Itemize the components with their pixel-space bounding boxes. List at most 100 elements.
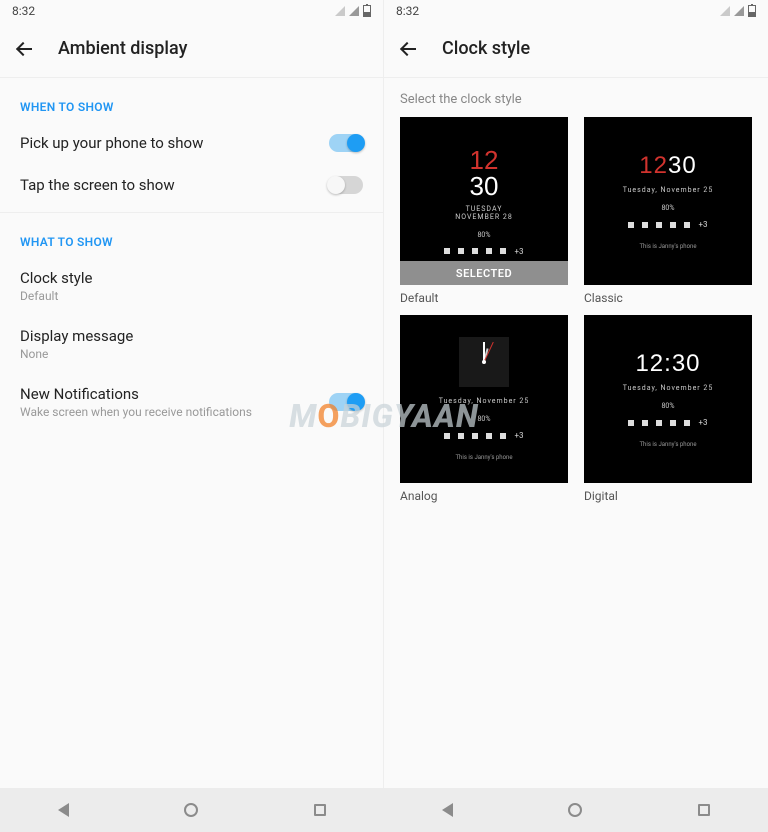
preview-more: +3 [698,418,707,427]
status-bar: 8:32 [0,0,383,22]
toggle-new-notifications[interactable] [329,393,363,411]
row-tap-to-show[interactable]: Tap the screen to show [0,164,383,206]
preview-date: NOVEMBER 28 [455,213,513,221]
signal-icon [335,6,345,16]
bell-icon [486,433,492,439]
phone-icon [444,433,450,439]
header-bar: Ambient display [0,22,383,78]
preview-digital: 12:30 Tuesday, November 25 80% +3 This i… [584,315,752,483]
facebook-icon [684,222,690,228]
toggle-tap[interactable] [329,176,363,194]
preview-date: Tuesday, November 25 [623,186,714,194]
chat-icon [656,222,662,228]
card-default[interactable]: 12 30 TUESDAY NOVEMBER 28 80% +3 [400,117,568,305]
phone-icon [628,222,634,228]
selected-badge: SELECTED [400,261,568,285]
card-classic[interactable]: 1230 Tuesday, November 25 80% +3 This is… [584,117,752,305]
preview-owner: This is Janny's phone [639,441,696,448]
mail-icon [642,420,648,426]
card-digital[interactable]: 12:30 Tuesday, November 25 80% +3 This i… [584,315,752,503]
preview-owner: This is Janny's phone [639,243,696,250]
row-value: Default [20,289,93,303]
bell-icon [670,222,676,228]
signal-icon [720,6,730,16]
chat-icon [656,420,662,426]
row-display-message[interactable]: Display message None [0,315,383,373]
preview-date: Tuesday, November 25 [623,384,714,392]
row-value: None [20,347,133,361]
status-bar: 8:32 [384,0,768,22]
card-label: Digital [584,489,752,503]
preview-battery: 80% [662,402,675,410]
row-label: Clock style [20,269,93,287]
battery-icon [748,5,756,17]
header-bar: Clock style [384,22,768,78]
row-clock-style[interactable]: Clock style Default [0,257,383,315]
clock-style-grid: 12 30 TUESDAY NOVEMBER 28 80% +3 [384,117,768,523]
screen-clock-style: 8:32 Clock style Select the clock style … [384,0,768,832]
system-nav-bar [0,788,768,832]
preview-battery: 80% [478,415,491,423]
back-arrow-icon[interactable] [400,40,418,58]
row-pickup-to-show[interactable]: Pick up your phone to show [0,122,383,164]
mail-icon [458,433,464,439]
status-icons [335,5,371,17]
chat-icon [472,248,478,254]
bell-icon [670,420,676,426]
signal-icon [349,6,359,16]
status-time: 8:32 [12,4,35,18]
preview-more: +3 [514,431,523,440]
preview-icon-row: +3 [444,247,523,256]
row-label: Tap the screen to show [20,176,175,194]
preview-minutes: 30 [668,152,697,179]
preview-date: Tuesday, November 25 [439,397,530,405]
preview-more: +3 [514,247,523,256]
preview-minutes: 30 [672,350,701,377]
mail-icon [458,248,464,254]
facebook-icon [500,433,506,439]
nav-back-icon[interactable] [58,803,69,817]
facebook-icon [684,420,690,426]
row-label: New Notifications [20,385,252,403]
preview-analog: Tuesday, November 25 80% +3 This is Jann… [400,315,568,483]
preview-battery: 80% [662,204,675,212]
phone-icon [628,420,634,426]
status-icons [720,5,756,17]
nav-recent-icon[interactable] [698,804,710,816]
nav-back-icon[interactable] [442,803,453,817]
preview-day: TUESDAY [466,205,503,213]
preview-icon-row: +3 [628,220,707,229]
back-arrow-icon[interactable] [16,40,34,58]
card-label: Analog [400,489,568,503]
preview-icon-row: +3 [628,418,707,427]
nav-home-icon[interactable] [568,803,582,817]
row-label: Display message [20,327,133,345]
screen-ambient-display: 8:32 Ambient display WHEN TO SHOW Pick u… [0,0,384,832]
signal-icon [734,6,744,16]
section-when-to-show: WHEN TO SHOW [0,78,383,122]
chat-icon [472,433,478,439]
page-title: Ambient display [58,38,187,59]
preview-icon-row: +3 [444,431,523,440]
row-new-notifications[interactable]: New Notifications Wake screen when you r… [0,373,383,431]
facebook-icon [500,248,506,254]
preview-hours: 12 [635,350,664,377]
toggle-pickup[interactable] [329,134,363,152]
card-analog[interactable]: Tuesday, November 25 80% +3 This is Jann… [400,315,568,503]
page-title: Clock style [442,38,530,59]
mail-icon [642,222,648,228]
preview-classic: 1230 Tuesday, November 25 80% +3 This is… [584,117,752,285]
bell-icon [486,248,492,254]
card-label: Default [400,291,568,305]
row-sub: Wake screen when you receive notificatio… [20,405,252,419]
select-hint: Select the clock style [384,78,768,117]
status-time: 8:32 [396,4,419,18]
nav-recent-icon[interactable] [314,804,326,816]
section-what-to-show: WHAT TO SHOW [0,213,383,257]
preview-battery: 80% [478,231,491,239]
nav-home-icon[interactable] [184,803,198,817]
clock-pivot [482,360,486,364]
preview-more: +3 [698,220,707,229]
preview-minutes: 30 [470,171,499,201]
analog-clock-face [459,337,509,387]
